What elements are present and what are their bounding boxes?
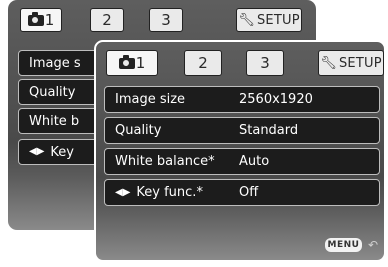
tab-camera-1[interactable]: 1: [106, 50, 158, 76]
camera-icon: [118, 54, 135, 69]
return-arrow-icon: ↶: [367, 238, 378, 252]
left-right-arrows-icon: ◀ ▶: [29, 146, 45, 157]
menu-row-image-size[interactable]: Image size 2560x1920: [104, 86, 380, 113]
menu-row-quality[interactable]: Quality Standard: [104, 117, 380, 144]
menu-button[interactable]: MENU: [325, 238, 362, 252]
front-menu-screen: 1 2 3 🔧︎ SETUP Image size 2560x1920 Qual…: [94, 40, 386, 262]
tab-3[interactable]: 3: [246, 50, 284, 76]
tab-2[interactable]: 2: [90, 8, 124, 32]
tab-setup[interactable]: 🔧︎ SETUP: [236, 8, 302, 32]
tab-2[interactable]: 2: [184, 50, 222, 76]
left-right-arrows-icon: ◀ ▶: [115, 186, 131, 198]
wrench-icon: 🔧︎: [238, 12, 255, 28]
menu-row-white-balance[interactable]: White balance* Auto: [104, 148, 380, 175]
tab-3[interactable]: 3: [149, 8, 183, 32]
camera-icon: [27, 11, 44, 26]
tab-camera-1[interactable]: 1: [20, 8, 62, 32]
menu-row-key-func[interactable]: ◀ ▶ Key func.* Off: [104, 179, 380, 206]
wrench-icon: 🔧︎: [320, 55, 337, 71]
tab-setup[interactable]: 🔧︎ SETUP: [318, 50, 384, 76]
